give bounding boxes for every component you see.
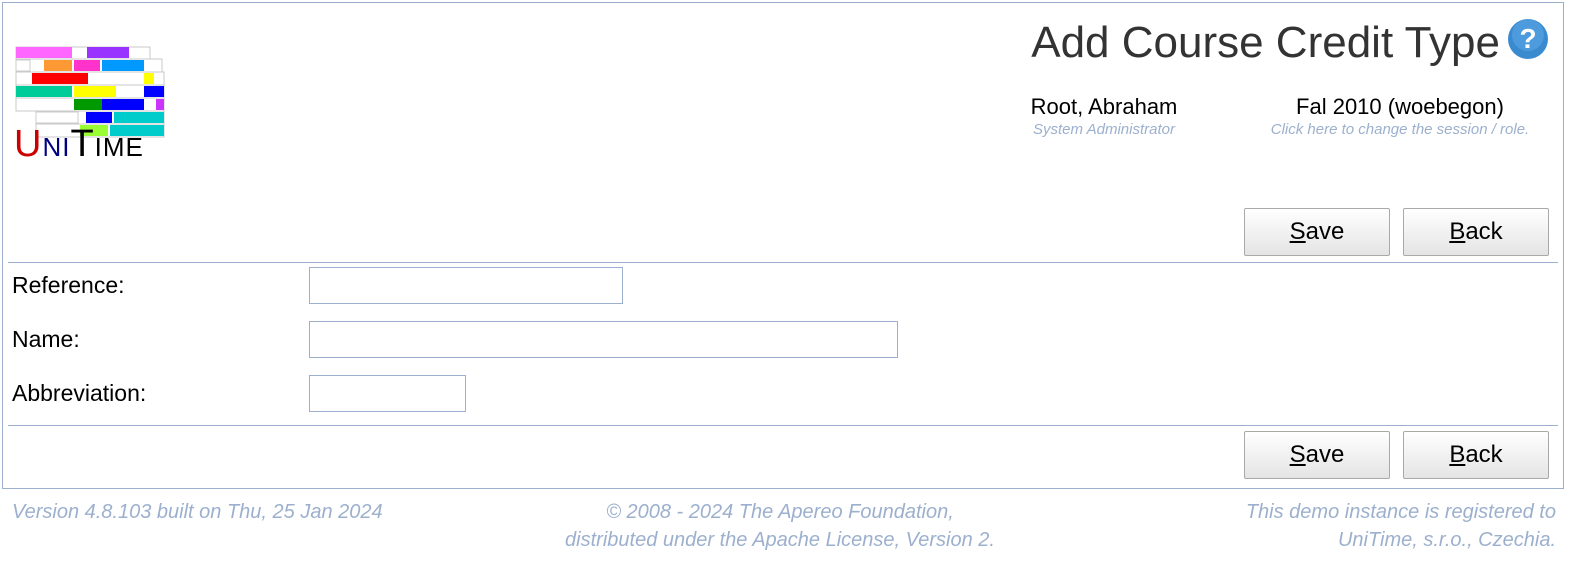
- name-label: Name:: [12, 326, 80, 352]
- user-name: Root, Abraham: [1030, 94, 1178, 119]
- footer-version: Version 4.8.103 built on Thu, 25 Jan 202…: [12, 501, 383, 523]
- session-name[interactable]: Fal 2010 (woebegon): [1240, 94, 1560, 120]
- user-role: System Administrator: [1033, 121, 1175, 138]
- footer-registered-line1: This demo instance is registered to: [1245, 501, 1556, 523]
- svg-text:?: ?: [1519, 23, 1536, 54]
- session-info[interactable]: Fal 2010 (woebegon) Click here to change…: [1240, 94, 1560, 138]
- footer-registered-line2: UniTime, s.r.o., Czechia.: [1337, 529, 1556, 551]
- unitime-wordmark: UNITIME: [14, 123, 144, 165]
- reference-input[interactable]: [309, 267, 623, 304]
- save-button-bottom[interactable]: Save: [1244, 431, 1390, 479]
- page-title: Add Course Credit Type: [1031, 18, 1500, 67]
- footer-registration: This demo instance is registered to UniT…: [1150, 498, 1556, 554]
- separator-bottom: [8, 425, 1558, 426]
- save-button-top[interactable]: Save: [1244, 208, 1390, 256]
- user-info: Root, Abraham System Administrator: [1012, 94, 1196, 138]
- back-button-bottom[interactable]: Back: [1403, 431, 1549, 479]
- abbreviation-label: Abbreviation:: [12, 380, 147, 406]
- session-change-hint[interactable]: Click here to change the session / role.: [1240, 121, 1560, 138]
- footer-copyright-line2: distributed under the Apache License, Ve…: [565, 529, 995, 551]
- separator-top: [8, 262, 1558, 263]
- help-question-icon[interactable]: ?: [1507, 18, 1549, 60]
- footer-copyright: © 2008 - 2024 The Apereo Foundation, dis…: [500, 498, 1060, 554]
- footer-copyright-line1: © 2008 - 2024 The Apereo Foundation,: [606, 501, 954, 523]
- abbreviation-input[interactable]: [309, 375, 466, 412]
- back-button-top[interactable]: Back: [1403, 208, 1549, 256]
- reference-label: Reference:: [12, 272, 125, 298]
- name-input[interactable]: [309, 321, 898, 358]
